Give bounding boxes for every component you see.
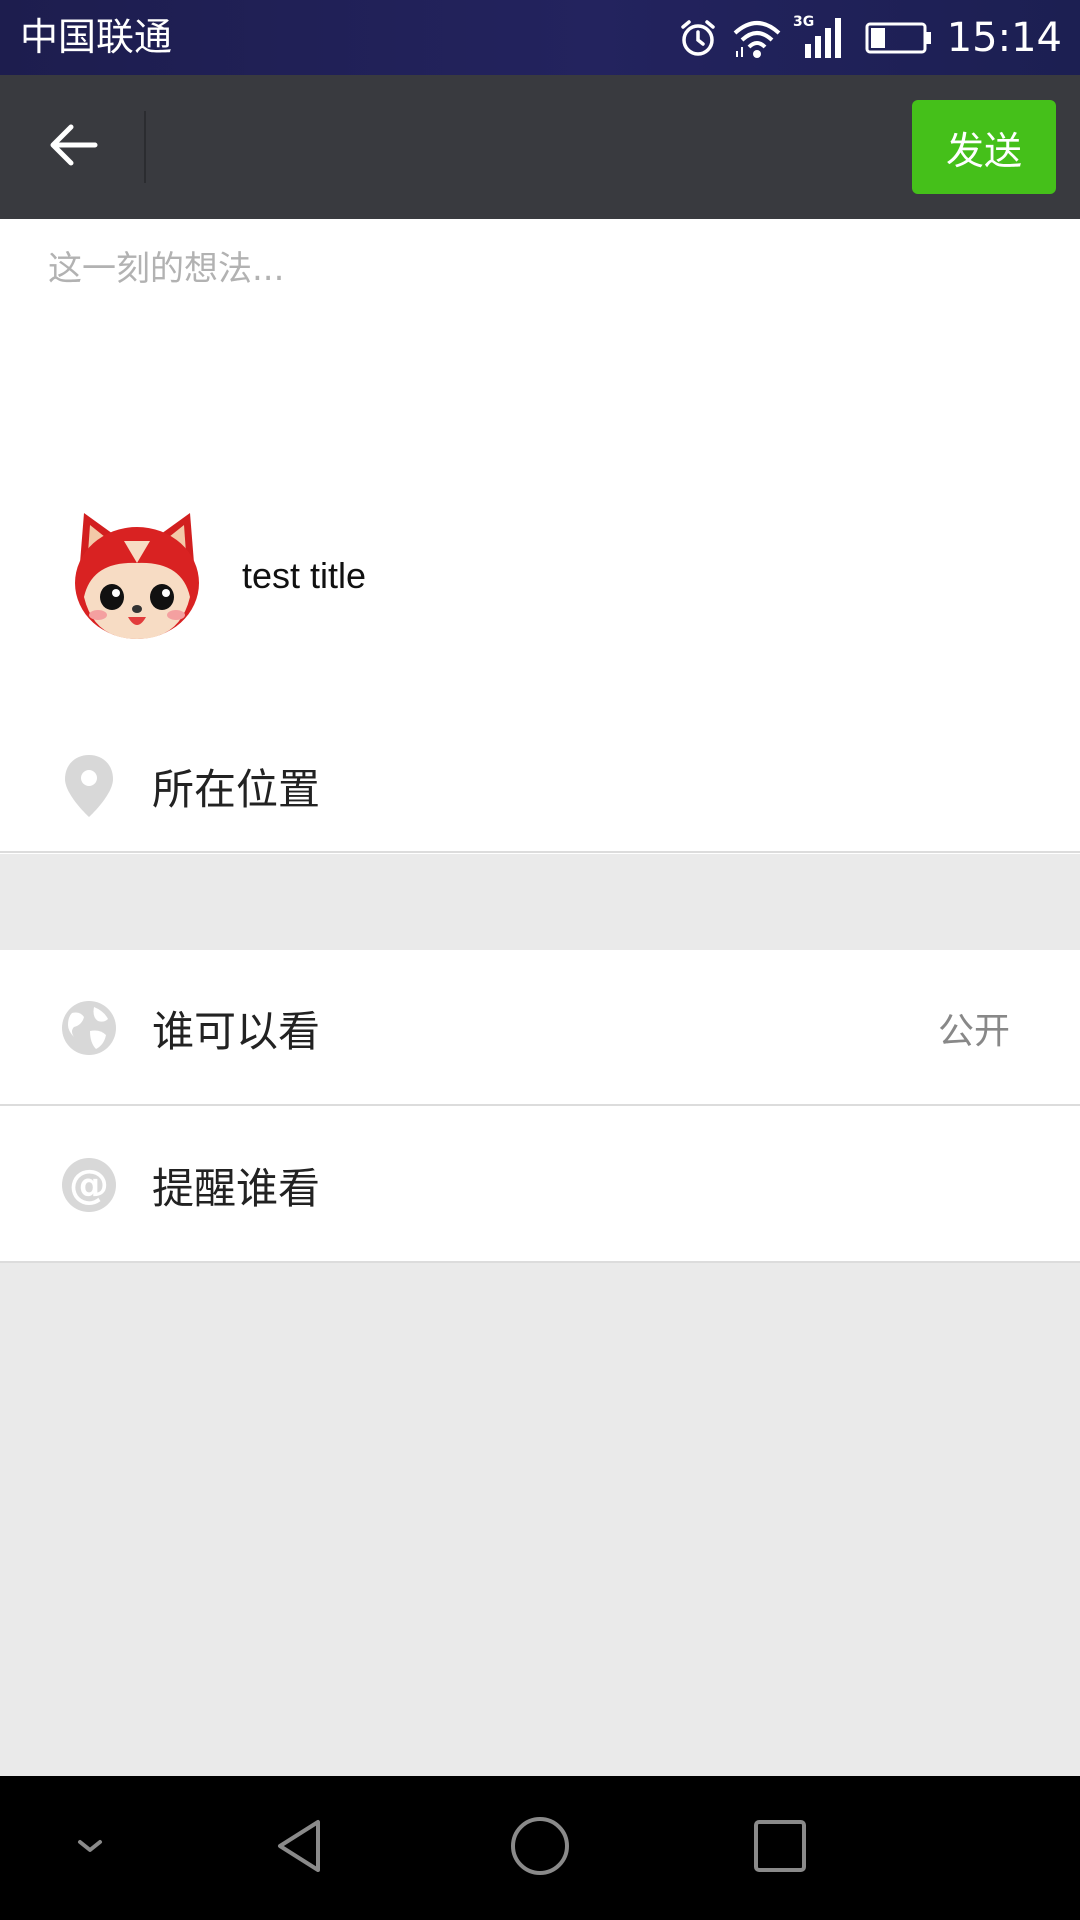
wifi-icon <box>731 17 783 59</box>
visibility-label: 谁可以看 <box>152 1006 321 1056</box>
settings-group: 谁可以看 公开 @ 提醒谁看 <box>0 950 1080 1263</box>
svg-text:3G: 3G <box>793 14 814 30</box>
divider <box>0 1261 1080 1263</box>
back-button[interactable] <box>30 107 116 187</box>
send-button[interactable]: 发送 <box>912 100 1056 194</box>
compose-area: test title 所在位置 <box>0 219 1080 854</box>
share-card[interactable]: test title <box>62 501 862 651</box>
status-bar: 中国联通 3G 15:14 <box>0 0 1080 75</box>
header-divider <box>144 111 146 183</box>
arrow-left-icon <box>47 121 99 173</box>
nav-home-button[interactable] <box>500 1808 580 1888</box>
hide-keyboard-button[interactable] <box>50 1808 130 1888</box>
system-nav-bar <box>0 1776 1080 1920</box>
location-pin-icon <box>58 755 120 817</box>
at-icon: @ <box>58 1154 120 1216</box>
svg-text:@: @ <box>69 1162 109 1208</box>
mention-row[interactable]: @ 提醒谁看 <box>0 1107 1080 1263</box>
recents-square-icon <box>752 1818 808 1878</box>
screen: 中国联通 3G 15:14 发送 这一刻的想法... test title 所在… <box>0 0 1080 1920</box>
thought-input[interactable] <box>48 241 1028 441</box>
alarm-icon <box>677 17 719 59</box>
status-icons: 3G 15:14 <box>677 10 1062 66</box>
carrier-name: 中国联通 <box>20 15 173 59</box>
visibility-value: 公开 <box>937 1011 1010 1052</box>
battery-icon <box>865 20 933 56</box>
back-triangle-icon <box>270 1816 330 1880</box>
nav-recents-button[interactable] <box>740 1808 820 1888</box>
mention-label: 提醒谁看 <box>152 1163 321 1213</box>
visibility-row[interactable]: 谁可以看 公开 <box>0 950 1080 1106</box>
divider <box>0 851 1080 853</box>
hide-keyboard-icon <box>72 1834 108 1862</box>
location-row[interactable]: 所在位置 <box>0 719 1080 853</box>
app-header: 发送 <box>0 75 1080 219</box>
signal-icon: 3G <box>791 14 843 62</box>
status-time: 15:14 <box>946 15 1062 61</box>
share-title: test title <box>242 555 367 596</box>
globe-icon <box>58 997 120 1059</box>
nav-back-button[interactable] <box>260 1808 340 1888</box>
share-thumbnail <box>62 501 212 651</box>
divider <box>0 1104 1080 1106</box>
location-label: 所在位置 <box>152 764 321 814</box>
home-circle-icon <box>509 1815 571 1881</box>
